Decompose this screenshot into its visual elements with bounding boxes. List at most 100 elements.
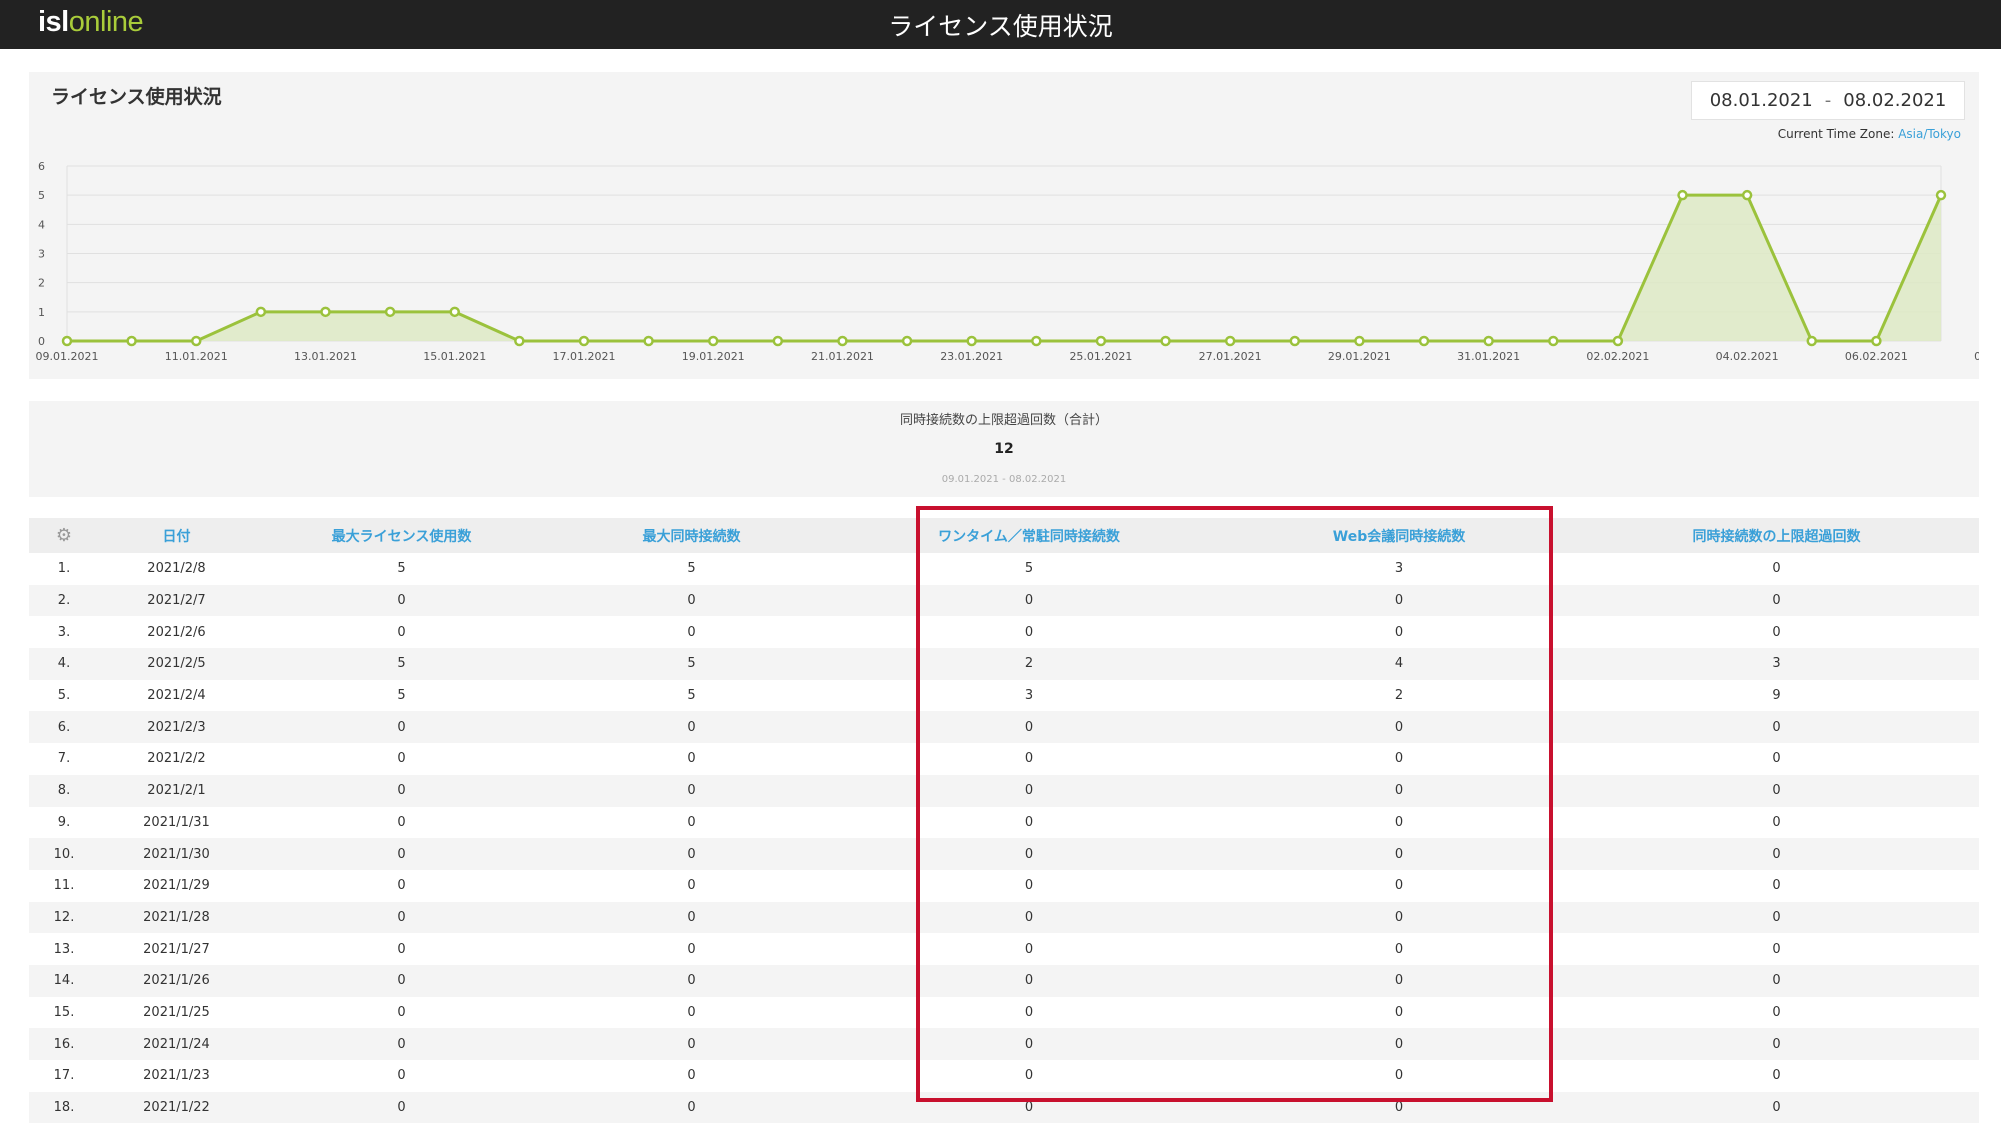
- max-concurrent-cell: 0: [549, 1091, 834, 1123]
- column-header-max-concurrent[interactable]: 最大同時接続数: [549, 518, 834, 553]
- limit-exceeded-cell: 0: [1574, 806, 1979, 839]
- x-tick-label: 17.01.2021: [552, 350, 615, 363]
- max-license-cell: 0: [254, 743, 549, 775]
- limit-exceeded-cell: 0: [1574, 901, 1979, 934]
- max-license-cell: 0: [254, 838, 549, 870]
- data-point: [1031, 335, 1042, 347]
- max-license-cell: 0: [254, 1028, 549, 1060]
- x-tick-label: 15.01.2021: [423, 350, 486, 363]
- table-row: 7. 2021/2/2 0 0 0 0 0: [29, 743, 1979, 775]
- data-point: [1935, 189, 1947, 201]
- table-row: 8. 2021/2/1 0 0 0 0 0: [29, 774, 1979, 807]
- x-tick-label: 23.01.2021: [940, 350, 1003, 363]
- max-license-cell: 0: [254, 1091, 549, 1123]
- max-concurrent-cell: 0: [549, 1060, 834, 1092]
- row-index: 1.: [29, 553, 99, 585]
- date-cell: 2021/1/24: [99, 1028, 254, 1060]
- data-point: [1160, 335, 1171, 347]
- y-tick-label: 3: [38, 248, 45, 261]
- onetime-resident-cell: 2: [834, 648, 1224, 680]
- data-point: [1806, 335, 1818, 347]
- max-concurrent-cell: 0: [549, 743, 834, 775]
- date-cell: 2021/2/7: [99, 584, 254, 617]
- row-index: 10.: [29, 838, 99, 870]
- data-point: [1354, 335, 1365, 347]
- x-tick-label: 25.01.2021: [1069, 350, 1132, 363]
- data-point: [901, 335, 913, 347]
- row-index: 9.: [29, 806, 99, 839]
- date-cell: 2021/2/8: [99, 553, 254, 585]
- onetime-resident-cell: 0: [834, 711, 1224, 744]
- column-header-date[interactable]: 日付: [99, 518, 254, 553]
- y-tick-label: 5: [38, 189, 45, 202]
- date-cell: 2021/1/31: [99, 806, 254, 839]
- data-point: [1289, 335, 1301, 347]
- x-tick-label: 02.02.2021: [1586, 350, 1649, 363]
- license-usage-panel: ライセンス使用状況 08.01.2021 - 08.02.2021 Curren…: [29, 72, 1979, 379]
- data-point: [772, 335, 784, 347]
- x-tick-label: 21.01.2021: [811, 350, 874, 363]
- row-index: 2.: [29, 584, 99, 617]
- web-meeting-cell: 0: [1224, 964, 1574, 997]
- max-concurrent-cell: 0: [549, 584, 834, 617]
- data-point: [1224, 335, 1236, 347]
- data-point: [1612, 335, 1624, 347]
- settings-column-header[interactable]: ⚙: [29, 518, 99, 553]
- web-meeting-cell: 0: [1224, 1028, 1574, 1060]
- onetime-resident-cell: 0: [834, 806, 1224, 839]
- data-point: [514, 335, 525, 347]
- column-header-max-license[interactable]: 最大ライセンス使用数: [254, 518, 549, 553]
- web-meeting-cell: 0: [1224, 774, 1574, 807]
- row-index: 14.: [29, 964, 99, 997]
- web-meeting-cell: 4: [1224, 648, 1574, 680]
- y-tick-label: 0: [38, 335, 45, 348]
- table-header-row: ⚙ 日付 最大ライセンス使用数 最大同時接続数 ワンタイム／常駐同時接続数 We…: [29, 518, 1979, 553]
- gear-icon[interactable]: ⚙: [56, 525, 72, 546]
- date-cell: 2021/1/30: [99, 838, 254, 870]
- max-license-cell: 5: [254, 648, 549, 680]
- date-cell: 2021/2/3: [99, 711, 254, 744]
- column-header-limit-exceeded[interactable]: 同時接続数の上限超過回数: [1574, 518, 1979, 553]
- y-tick-label: 6: [38, 160, 45, 173]
- web-meeting-cell: 2: [1224, 679, 1574, 712]
- y-tick-label: 4: [38, 218, 45, 231]
- column-header-web-meeting[interactable]: Web会議同時接続数: [1224, 518, 1574, 553]
- max-concurrent-cell: 5: [549, 553, 834, 585]
- data-point: [1741, 189, 1753, 201]
- x-tick-label: 06.02.2021: [1845, 350, 1908, 363]
- max-concurrent-cell: 0: [549, 933, 834, 965]
- onetime-resident-cell: 0: [834, 869, 1224, 902]
- row-index: 16.: [29, 1028, 99, 1060]
- web-meeting-cell: 0: [1224, 616, 1574, 649]
- top-bar: islonline ライセンス使用状況: [0, 0, 2001, 49]
- web-meeting-cell: 0: [1224, 806, 1574, 839]
- data-point: [1418, 335, 1430, 347]
- column-header-onetime-resident[interactable]: ワンタイム／常駐同時接続数: [834, 518, 1224, 553]
- max-license-cell: 0: [254, 869, 549, 902]
- web-meeting-cell: 3: [1224, 553, 1574, 585]
- data-point: [449, 306, 460, 318]
- table-row: 5. 2021/2/4 5 5 3 2 9: [29, 679, 1979, 712]
- row-index: 17.: [29, 1060, 99, 1092]
- x-tick-label: 27.01.2021: [1199, 350, 1262, 363]
- onetime-resident-cell: 0: [834, 838, 1224, 870]
- max-license-cell: 0: [254, 1060, 549, 1092]
- max-concurrent-cell: 5: [549, 648, 834, 680]
- x-tick-label: 19.01.2021: [682, 350, 745, 363]
- table-row: 6. 2021/2/3 0 0 0 0 0: [29, 711, 1979, 744]
- date-cell: 2021/1/27: [99, 933, 254, 965]
- row-index: 11.: [29, 869, 99, 902]
- limit-exceeded-cell: 0: [1574, 838, 1979, 870]
- max-concurrent-cell: 0: [549, 1028, 834, 1060]
- web-meeting-cell: 0: [1224, 1091, 1574, 1123]
- x-tick-label: 11.01.2021: [165, 350, 228, 363]
- summary-value: 12: [994, 441, 1014, 457]
- limit-exceeded-cell: 0: [1574, 1028, 1979, 1060]
- max-license-cell: 0: [254, 774, 549, 807]
- data-point: [1677, 189, 1688, 201]
- limit-exceeded-cell: 9: [1574, 679, 1979, 712]
- data-point: [320, 306, 331, 318]
- date-cell: 2021/2/4: [99, 679, 254, 712]
- onetime-resident-cell: 0: [834, 743, 1224, 775]
- onetime-resident-cell: 5: [834, 553, 1224, 585]
